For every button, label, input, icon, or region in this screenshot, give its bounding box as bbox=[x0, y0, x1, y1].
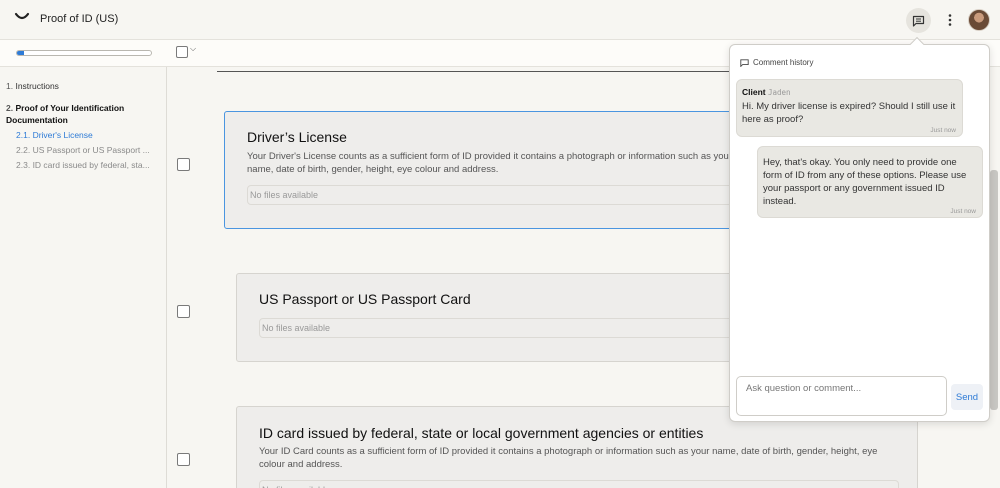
top-bar: Proof of ID (US) bbox=[0, 0, 1000, 40]
card-description: Your ID Card counts as a sufficient form… bbox=[259, 446, 878, 470]
sidebar-item-label: Driver's License bbox=[32, 130, 93, 140]
file-dropzone[interactable]: No files available bbox=[247, 185, 737, 205]
progress-bar bbox=[16, 50, 152, 56]
comment-button[interactable] bbox=[906, 8, 931, 33]
comment-panel: Comment history Client Jaden Hi. My driv… bbox=[729, 44, 990, 422]
chat-icon bbox=[912, 15, 925, 27]
logo-icon[interactable] bbox=[14, 12, 30, 22]
sidebar-item-proof-of-id[interactable]: 2. Proof of Your Identification Document… bbox=[6, 102, 156, 126]
chevron-down-icon[interactable]: ⌵ bbox=[190, 44, 196, 54]
select-all-checkbox[interactable] bbox=[176, 46, 188, 58]
page-title: Proof of ID (US) bbox=[40, 13, 119, 25]
card-drivers-license[interactable]: Driver’s License Your Driver's License c… bbox=[224, 111, 744, 229]
section-divider bbox=[217, 71, 737, 72]
comment-message-reply: Hey, that's okay. You only need to provi… bbox=[757, 146, 983, 218]
row-checkbox-government-id[interactable] bbox=[177, 453, 190, 466]
comment-time: Just now bbox=[930, 127, 956, 134]
sidebar-item-number: 1. bbox=[6, 81, 14, 91]
author-name: Jaden bbox=[768, 88, 791, 97]
card-title: Driver’s License bbox=[247, 129, 347, 145]
comment-message-client: Client Jaden Hi. My driver license is ex… bbox=[736, 79, 963, 137]
avatar[interactable] bbox=[968, 9, 990, 31]
scrollbar[interactable] bbox=[990, 170, 998, 410]
card-title: ID card issued by federal, state or loca… bbox=[259, 425, 704, 441]
sidebar-item-label: Instructions bbox=[15, 81, 59, 91]
sidebar-item-label: ID card issued by federal, sta... bbox=[32, 160, 150, 170]
row-checkbox-us-passport[interactable] bbox=[177, 305, 190, 318]
sidebar-item-number: 2.1. bbox=[16, 130, 31, 140]
sidebar-subitem-drivers-license[interactable]: 2.1. Driver's License bbox=[16, 130, 156, 140]
card-description: Your Driver's License counts as a suffic… bbox=[247, 151, 732, 175]
chat-icon bbox=[740, 58, 749, 67]
comment-input[interactable]: Ask question or comment... bbox=[736, 376, 947, 416]
row-checkbox-drivers-license[interactable] bbox=[177, 158, 190, 171]
card-title: US Passport or US Passport Card bbox=[259, 291, 471, 307]
file-dropzone[interactable]: No files available bbox=[259, 318, 739, 338]
kebab-icon bbox=[948, 14, 952, 26]
comment-text: Hi. My driver license is expired? Should… bbox=[742, 101, 956, 125]
card-us-passport[interactable]: US Passport or US Passport Card No files… bbox=[236, 273, 744, 362]
sidebar-item-instructions[interactable]: 1. Instructions bbox=[6, 80, 59, 92]
sidebar-item-number: 2.2. bbox=[16, 145, 31, 155]
comment-panel-title: Comment history bbox=[753, 58, 814, 67]
author-role: Client bbox=[742, 87, 766, 97]
progress-fill bbox=[17, 51, 24, 55]
more-options-button[interactable] bbox=[942, 10, 958, 30]
send-button[interactable]: Send bbox=[951, 384, 983, 410]
comment-time: Just now bbox=[950, 208, 976, 215]
sidebar-item-number: 2. bbox=[6, 103, 14, 113]
comment-text: Hey, that's okay. You only need to provi… bbox=[763, 157, 967, 207]
comment-author: Client Jaden bbox=[742, 87, 791, 97]
sidebar-item-label: US Passport or US Passport ... bbox=[32, 145, 150, 155]
sidebar-item-number: 2.3. bbox=[16, 160, 31, 170]
sidebar-item-label: Proof of Your Identification Documentati… bbox=[6, 103, 125, 125]
sidebar-subitem-us-passport[interactable]: 2.2. US Passport or US Passport ... bbox=[16, 145, 156, 155]
comment-panel-header: Comment history bbox=[740, 58, 813, 67]
file-dropzone[interactable]: No files available bbox=[259, 480, 899, 488]
sidebar-subitem-government-id[interactable]: 2.3. ID card issued by federal, sta... bbox=[16, 160, 156, 170]
